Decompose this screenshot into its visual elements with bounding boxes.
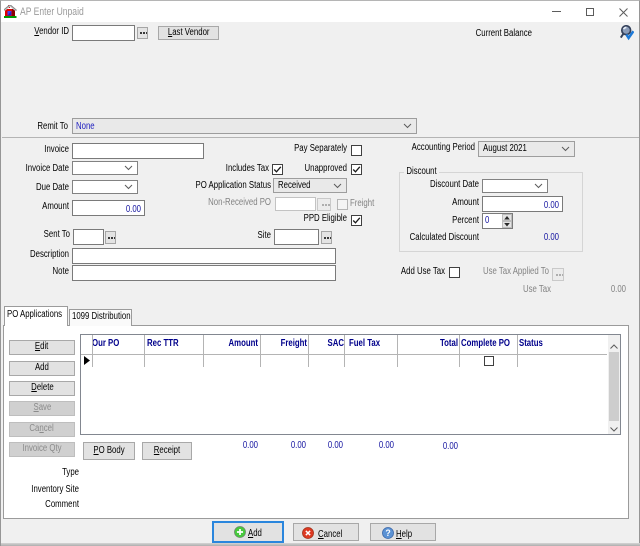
svg-text:?: ? (385, 528, 390, 538)
